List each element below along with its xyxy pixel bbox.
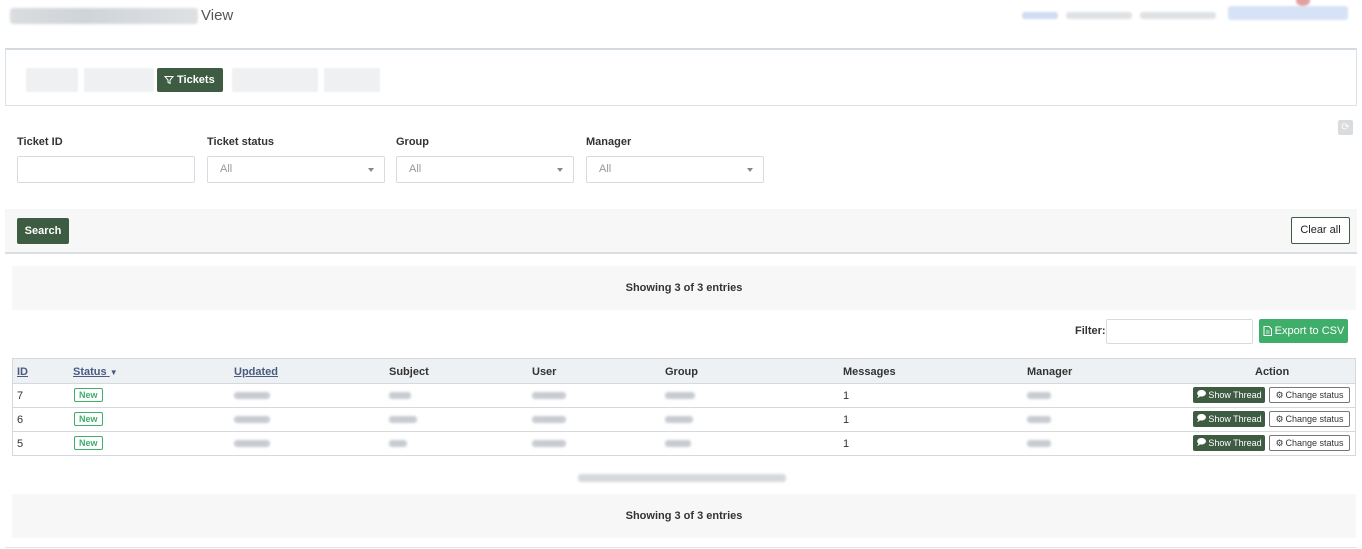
filter-icon bbox=[164, 76, 174, 85]
chat-icon: 🗩 bbox=[1196, 413, 1207, 423]
gears-icon: ⚙ bbox=[1275, 437, 1284, 448]
change-status-label: Change status bbox=[1285, 438, 1344, 448]
gears-icon: ⚙ bbox=[1275, 389, 1284, 400]
row-messages: 1 bbox=[843, 438, 850, 450]
ticket-status-label: Ticket status bbox=[207, 136, 275, 148]
chevron-down-icon bbox=[368, 168, 374, 172]
chevron-down-icon bbox=[557, 168, 563, 172]
search-bar: Search Clear all bbox=[5, 209, 1357, 254]
row-messages: 1 bbox=[843, 390, 850, 402]
clear-all-button[interactable]: Clear all bbox=[1291, 217, 1350, 244]
subject-redacted[interactable] bbox=[389, 392, 411, 399]
group-redacted bbox=[665, 416, 693, 423]
ticket-id-label: Ticket ID bbox=[17, 136, 63, 148]
show-thread-label: Show Thread bbox=[1208, 390, 1262, 400]
user-redacted bbox=[532, 416, 566, 423]
manager-label: Manager bbox=[586, 136, 632, 148]
entries-count-top: Showing 3 of 3 entries bbox=[12, 266, 1356, 310]
updated-redacted bbox=[234, 392, 270, 399]
tab-tickets[interactable]: Tickets bbox=[157, 68, 223, 92]
breadcrumb-item-redacted[interactable] bbox=[1022, 12, 1058, 19]
breadcrumb-item-redacted[interactable] bbox=[1066, 12, 1132, 19]
status-badge: New bbox=[74, 436, 103, 450]
column-manager: Manager bbox=[1027, 366, 1073, 378]
user-redacted bbox=[532, 440, 566, 447]
change-status-label: Change status bbox=[1285, 390, 1344, 400]
manager-redacted bbox=[1027, 392, 1051, 399]
manager-redacted bbox=[1027, 416, 1051, 423]
subject-redacted[interactable] bbox=[389, 440, 407, 447]
group-redacted bbox=[665, 440, 691, 447]
tab-redacted[interactable] bbox=[26, 68, 78, 92]
column-group: Group bbox=[665, 366, 698, 378]
updated-redacted bbox=[234, 440, 270, 447]
refresh-icon[interactable]: ⟳ bbox=[1338, 120, 1353, 135]
execution-time-redacted bbox=[578, 474, 786, 482]
show-thread-button[interactable]: 🗩 Show Thread bbox=[1193, 387, 1265, 403]
tab-redacted[interactable] bbox=[84, 68, 154, 92]
page-title-redacted bbox=[10, 8, 198, 24]
row-id: 7 bbox=[17, 390, 24, 402]
subject-redacted[interactable] bbox=[389, 416, 417, 423]
file-icon bbox=[1263, 326, 1272, 336]
row-id: 5 bbox=[17, 438, 24, 450]
table-row: 5 New 1 🗩 Show Thread ⚙ Change status bbox=[12, 432, 1356, 456]
table-header: ID Status ▼ Updated Subject User Group M… bbox=[12, 358, 1356, 384]
column-subject: Subject bbox=[389, 366, 429, 378]
header-button-redacted[interactable] bbox=[1228, 6, 1348, 20]
show-thread-label: Show Thread bbox=[1208, 414, 1262, 424]
ticket-status-value: All bbox=[220, 163, 233, 175]
status-badge: New bbox=[74, 388, 103, 402]
table-row: 7 New 1 🗩 Show Thread ⚙ Change status bbox=[12, 384, 1356, 408]
user-redacted bbox=[532, 392, 566, 399]
group-redacted bbox=[665, 392, 695, 399]
show-thread-button[interactable]: 🗩 Show Thread bbox=[1193, 411, 1265, 427]
column-action: Action bbox=[1255, 366, 1290, 378]
manager-select[interactable]: All bbox=[586, 156, 764, 183]
entries-count-bottom: Showing 3 of 3 entries bbox=[12, 494, 1356, 538]
change-status-label: Change status bbox=[1285, 414, 1344, 424]
column-status-label: Status bbox=[73, 366, 107, 378]
change-status-button[interactable]: ⚙ Change status bbox=[1269, 411, 1350, 427]
chat-icon: 🗩 bbox=[1196, 437, 1207, 447]
sort-desc-icon: ▼ bbox=[109, 368, 118, 377]
search-button[interactable]: Search bbox=[17, 218, 69, 244]
status-badge: New bbox=[74, 412, 103, 426]
column-user: User bbox=[532, 366, 557, 378]
group-label: Group bbox=[396, 136, 429, 148]
column-status[interactable]: Status ▼ bbox=[73, 366, 118, 378]
divider bbox=[5, 547, 1357, 548]
change-status-button[interactable]: ⚙ Change status bbox=[1269, 435, 1350, 451]
table-filter-label: Filter: bbox=[1075, 325, 1106, 337]
chevron-down-icon bbox=[747, 168, 753, 172]
show-thread-button[interactable]: 🗩 Show Thread bbox=[1193, 435, 1265, 451]
page-header: View bbox=[0, 0, 1362, 38]
change-status-button[interactable]: ⚙ Change status bbox=[1269, 387, 1350, 403]
manager-value: All bbox=[599, 163, 612, 175]
table-filter-input[interactable] bbox=[1106, 319, 1253, 344]
page-title-suffix: View bbox=[201, 7, 234, 24]
chat-icon: 🗩 bbox=[1196, 389, 1207, 399]
ticket-id-input[interactable] bbox=[17, 156, 195, 183]
tabs-panel: Tickets bbox=[5, 48, 1357, 106]
group-value: All bbox=[409, 163, 422, 175]
export-csv-button[interactable]: Export to CSV bbox=[1259, 319, 1348, 343]
column-messages: Messages bbox=[843, 366, 896, 378]
tab-redacted[interactable] bbox=[324, 68, 380, 92]
tab-tickets-label: Tickets bbox=[177, 74, 215, 86]
ticket-status-select[interactable]: All bbox=[207, 156, 385, 183]
gears-icon: ⚙ bbox=[1275, 413, 1284, 424]
table-row: 6 New 1 🗩 Show Thread ⚙ Change status bbox=[12, 408, 1356, 432]
export-csv-label: Export to CSV bbox=[1274, 325, 1345, 337]
column-id[interactable]: ID bbox=[17, 366, 28, 378]
show-thread-label: Show Thread bbox=[1208, 438, 1262, 448]
column-updated[interactable]: Updated bbox=[234, 366, 278, 378]
updated-redacted bbox=[234, 416, 270, 423]
row-id: 6 bbox=[17, 414, 24, 426]
breadcrumb-item-redacted[interactable] bbox=[1140, 12, 1216, 19]
group-select[interactable]: All bbox=[396, 156, 574, 183]
tab-redacted[interactable] bbox=[232, 68, 318, 92]
manager-redacted bbox=[1027, 440, 1051, 447]
row-messages: 1 bbox=[843, 414, 850, 426]
